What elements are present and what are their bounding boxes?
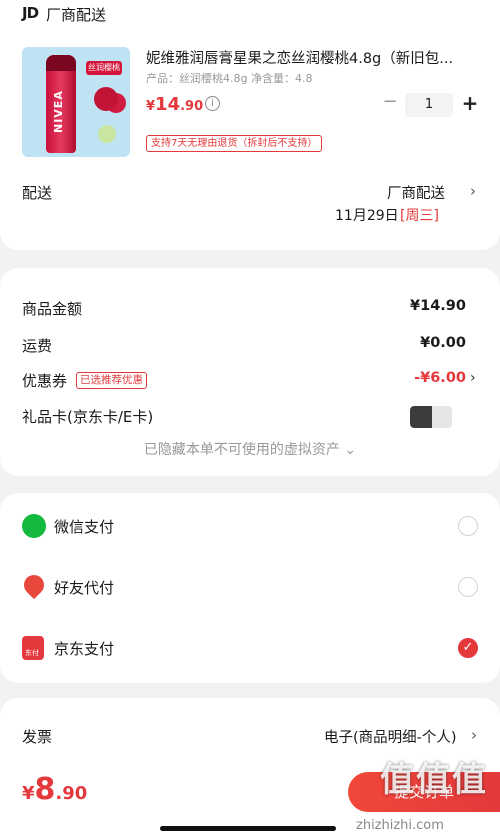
lip-balm-cap <box>46 55 76 71</box>
freight-value: ¥0.00 <box>420 335 466 351</box>
payment-option-label[interactable]: 京东支付 <box>54 638 114 659</box>
jd-pay-radio-checked[interactable]: ✓ <box>458 638 478 658</box>
payment-option-label[interactable]: 微信支付 <box>54 516 114 537</box>
return-policy-tag: 支持7天无理由退货（拆封后不支持） <box>146 135 323 152</box>
wechat-pay-icon <box>22 514 46 538</box>
cherry-graphic <box>94 87 118 111</box>
freight-label: 运费 <box>22 337 53 355</box>
hidden-assets-note[interactable]: 已隐藏本单不可使用的虚拟资产 ⌄ <box>0 439 500 459</box>
product-card: JD 厂商配送 NIVEA 丝润樱桃 妮维雅润唇膏星果之恋丝润樱桃4.8g（新旧… <box>0 0 500 250</box>
product-image-brand: NIVEA <box>52 90 65 133</box>
total-symbol: ¥ <box>22 783 35 804</box>
product-price: ¥14.90 <box>146 94 203 115</box>
gift-card-label: 礼品卡(京东卡/E卡) <box>22 408 154 426</box>
quantity-minus-button[interactable]: − <box>381 92 399 112</box>
invoice-label: 发票 <box>22 728 53 746</box>
shipping-method[interactable]: 厂商配送 <box>387 182 445 203</box>
product-spec: 产品：丝润樱桃4.8g 净含量：4.8 <box>146 72 313 85</box>
shipping-weekday: [周三] <box>400 208 439 224</box>
info-icon[interactable]: i <box>205 96 220 111</box>
product-title[interactable]: 妮维雅润唇膏星果之恋丝润樱桃4.8g（新旧包... <box>146 47 482 68</box>
coupon-badge: 已选推荐优惠 <box>76 372 147 389</box>
price-integer: 14 <box>155 94 181 115</box>
chevron-right-icon[interactable]: › <box>470 370 476 386</box>
goods-amount-value: ¥14.90 <box>410 298 466 314</box>
pear-graphic <box>98 125 116 143</box>
chevron-right-icon[interactable]: › <box>471 726 477 744</box>
total-price: ¥8.90 <box>22 772 87 807</box>
coupon-label: 优惠券 <box>22 372 68 390</box>
watermark: 值值值 <box>380 760 488 800</box>
home-indicator[interactable] <box>160 826 336 831</box>
chevron-right-icon[interactable]: › <box>470 182 476 200</box>
coupon-value[interactable]: -¥6.00 <box>414 370 466 386</box>
quantity-plus-button[interactable]: + <box>460 92 480 114</box>
shipping-label: 配送 <box>22 184 53 202</box>
wechat-pay-radio[interactable] <box>458 516 478 536</box>
goods-amount-label: 商品金额 <box>22 300 83 318</box>
gift-card-toggle[interactable] <box>410 406 452 428</box>
jd-logo: JD <box>22 4 39 22</box>
jd-pay-icon: 东付 <box>22 636 44 660</box>
quantity-input[interactable]: 1 <box>405 93 453 117</box>
watermark-url: zhizhizhi.com <box>356 818 444 833</box>
friend-pay-radio[interactable] <box>458 577 478 597</box>
invoice-value[interactable]: 电子(商品明细-个人) <box>324 726 457 747</box>
jd-pay-icon-text: 东付 <box>25 649 39 657</box>
product-image[interactable]: NIVEA 丝润樱桃 <box>22 47 130 157</box>
price-decimal: .90 <box>180 99 204 114</box>
shipping-date: 11月29日 <box>335 208 399 224</box>
shop-name[interactable]: 厂商配送 <box>46 4 106 25</box>
total-integer: 8 <box>34 772 56 807</box>
total-decimal: .90 <box>55 783 88 804</box>
price-symbol: ¥ <box>146 99 156 114</box>
payment-option-label[interactable]: 好友代付 <box>54 577 114 598</box>
product-image-tag: 丝润樱桃 <box>86 61 122 75</box>
toggle-knob <box>410 406 432 428</box>
